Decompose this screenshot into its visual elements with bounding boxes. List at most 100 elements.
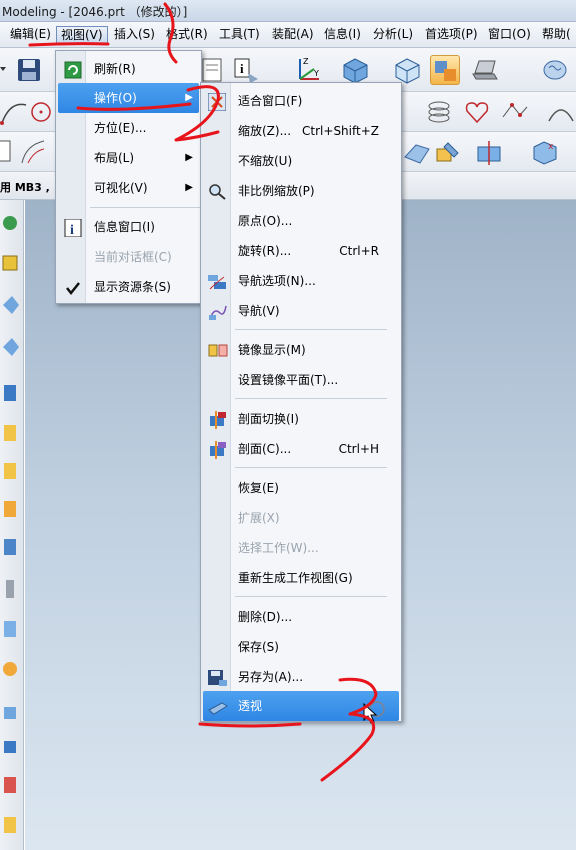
extrude-icon[interactable] xyxy=(2,536,20,558)
view-menu-dropdown: 刷新(R) 操作(O) ▶ 方位(E)... 布局(L) ▶ 可视化(V) ▶ … xyxy=(55,50,202,304)
op-restore[interactable]: 恢复(E) xyxy=(203,473,399,503)
menu-bar: 编辑(E) 视图(V) 插入(S) 格式(R) 工具(T) 装配(A) 信息(I… xyxy=(0,22,576,48)
op-set-mirror-plane[interactable]: 设置镜像平面(T)... xyxy=(203,365,399,395)
helix-icon[interactable] xyxy=(424,97,454,127)
menu-separator xyxy=(90,207,200,208)
menu-window[interactable]: 窗口(O) xyxy=(484,26,535,44)
wireframe-cube-icon[interactable] xyxy=(392,55,422,85)
fit-window-icon xyxy=(207,92,227,112)
menu-format[interactable]: 格式(R) xyxy=(162,26,212,44)
revolve-icon[interactable] xyxy=(2,578,20,600)
block-icon[interactable] xyxy=(2,382,20,404)
sweep-icon[interactable] xyxy=(2,618,20,640)
op-rotate[interactable]: 旋转(R)... Ctrl+R xyxy=(203,236,399,266)
trim-body-icon[interactable] xyxy=(474,137,504,167)
box-feature-icon[interactable]: x xyxy=(530,137,560,167)
pocket-icon[interactable] xyxy=(2,736,20,758)
slot-icon[interactable] xyxy=(2,814,20,836)
assembly-navigator-icon[interactable] xyxy=(2,252,20,274)
view-menu-label: 操作(O) xyxy=(94,91,137,105)
view-menu-info-window[interactable]: i 信息窗口(I) xyxy=(58,212,199,242)
curve-edit-icon[interactable] xyxy=(546,97,576,127)
section-toggle-icon xyxy=(208,410,226,429)
view-menu-refresh[interactable]: 刷新(R) xyxy=(58,54,199,84)
surface-icon[interactable] xyxy=(402,137,432,167)
circle-point-icon[interactable] xyxy=(28,97,58,127)
brain-icon[interactable] xyxy=(540,55,570,85)
op-label: 非比例缩放(P) xyxy=(238,184,315,198)
web-browser-icon[interactable] xyxy=(2,336,20,358)
op-origin[interactable]: 原点(O)... xyxy=(203,206,399,236)
wcs-axes-icon[interactable]: ZY xyxy=(292,55,322,85)
view-menu-operation[interactable]: 操作(O) ▶ xyxy=(58,83,199,113)
op-save[interactable]: 保存(S) xyxy=(203,632,399,662)
cone-icon[interactable] xyxy=(2,460,20,482)
view-menu-label: 可视化(V) xyxy=(94,181,148,195)
boss-icon[interactable] xyxy=(2,702,20,724)
mouse-cursor-icon xyxy=(362,700,388,726)
view-menu-label: 信息窗口(I) xyxy=(94,220,155,234)
view-menu-layout[interactable]: 布局(L) ▶ xyxy=(58,143,199,173)
op-label: 透视 xyxy=(238,699,263,713)
submenu-arrow-icon: ▶ xyxy=(185,182,193,193)
op-navigation-options[interactable]: 导航选项(N)... xyxy=(203,266,399,296)
menu-assembly[interactable]: 装配(A) xyxy=(268,26,318,44)
menu-help[interactable]: 帮助( xyxy=(538,26,575,44)
op-section-toggle[interactable]: 剖面切换(I) xyxy=(203,404,399,434)
assembly-view-icon[interactable] xyxy=(430,55,460,85)
refresh-icon xyxy=(64,60,82,79)
op-regenerate-work-view[interactable]: 重新生成工作视图(G) xyxy=(203,563,399,593)
menu-separator xyxy=(235,329,387,330)
op-shortcut: Ctrl+H xyxy=(338,442,379,456)
document-icon[interactable] xyxy=(198,55,228,85)
op-expand: 扩展(X) xyxy=(203,503,399,533)
wrench-part-icon[interactable] xyxy=(432,137,462,167)
menu-analysis[interactable]: 分析(L) xyxy=(369,26,417,44)
save-icon[interactable] xyxy=(14,55,44,85)
op-label: 适合窗口(F) xyxy=(238,94,303,108)
section-icon xyxy=(208,440,226,459)
checkmark-icon xyxy=(64,278,82,296)
op-label: 导航(V) xyxy=(238,304,280,318)
op-zoom[interactable]: 缩放(Z)... Ctrl+Shift+Z xyxy=(203,116,399,146)
cylinder-icon[interactable] xyxy=(2,422,20,444)
op-save-as[interactable]: 另存为(A)... xyxy=(203,662,399,692)
part-navigator-icon[interactable] xyxy=(2,212,20,234)
svg-text:Y: Y xyxy=(313,69,319,78)
spline-points-icon[interactable] xyxy=(500,97,530,127)
heart-shape-icon[interactable] xyxy=(462,97,492,127)
menu-insert[interactable]: 插入(S) xyxy=(110,26,159,44)
op-nonproportional-zoom[interactable]: 非比例缩放(P) xyxy=(203,176,399,206)
view-menu-show-resource-bar[interactable]: 显示资源条(S) xyxy=(58,272,199,302)
menu-info[interactable]: 信息(I) xyxy=(320,26,365,44)
view-menu-label: 显示资源条(S) xyxy=(94,280,171,294)
hole-icon[interactable] xyxy=(2,658,20,680)
op-label: 剖面(C)... xyxy=(238,442,292,456)
op-shortcut: Ctrl+R xyxy=(339,244,379,258)
pad-icon[interactable] xyxy=(2,774,20,796)
shaded-cube-icon[interactable] xyxy=(340,55,370,85)
view-menu-visualization[interactable]: 可视化(V) ▶ xyxy=(58,173,199,203)
menu-edit[interactable]: 编辑(E) xyxy=(6,26,55,44)
view-menu-label: 方位(E)... xyxy=(94,121,147,135)
menu-view[interactable]: 视图(V) xyxy=(56,26,108,44)
history-icon[interactable] xyxy=(2,294,20,316)
info-tool-icon[interactable]: i xyxy=(232,55,262,85)
view-menu-orient[interactable]: 方位(E)... xyxy=(58,113,199,143)
laptop-view-icon[interactable] xyxy=(470,55,500,85)
menu-tools[interactable]: 工具(T) xyxy=(215,26,264,44)
op-unzoom[interactable]: 不缩放(U) xyxy=(203,146,399,176)
sphere-icon[interactable] xyxy=(2,498,20,520)
cue-line-text: 用 MB3 , xyxy=(0,181,50,194)
op-navigation[interactable]: 导航(V) xyxy=(203,296,399,326)
info-icon: i xyxy=(64,218,82,238)
op-delete[interactable]: 删除(D)... xyxy=(203,602,399,632)
submenu-arrow-icon: ▶ xyxy=(185,92,193,103)
op-fit-window[interactable]: 适合窗口(F) xyxy=(203,86,399,116)
navigation-options-icon xyxy=(208,272,226,290)
menu-preferences[interactable]: 首选项(P) xyxy=(421,26,482,44)
curve-trim-icon[interactable] xyxy=(18,137,48,167)
arc-icon[interactable] xyxy=(0,97,30,127)
op-section[interactable]: 剖面(C)... Ctrl+H xyxy=(203,434,399,464)
op-mirror-display[interactable]: 镜像显示(M) xyxy=(203,335,399,365)
